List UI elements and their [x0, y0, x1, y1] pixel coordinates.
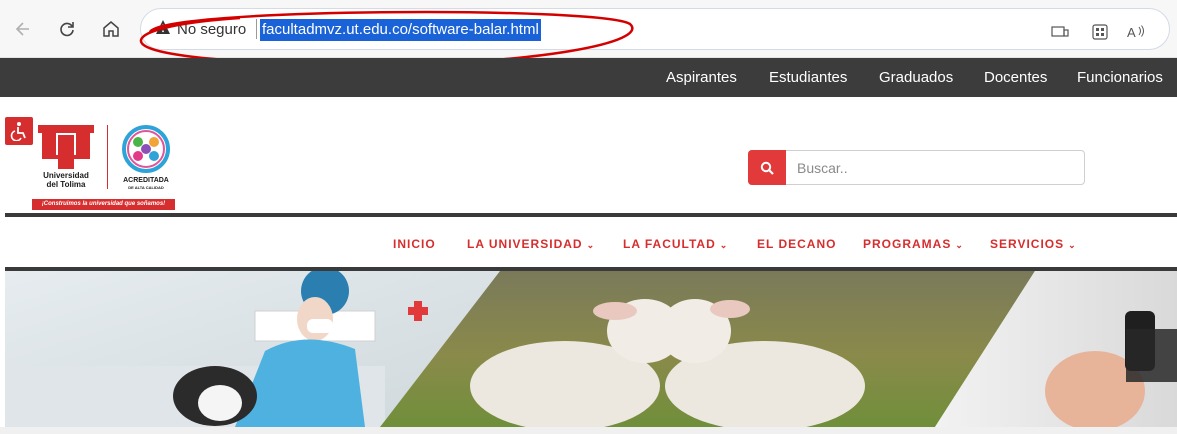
back-icon[interactable]	[8, 14, 38, 44]
audience-link-aspirantes[interactable]: Aspirantes	[666, 69, 737, 86]
reload-icon[interactable]	[52, 14, 82, 44]
audience-link-docentes[interactable]: Docentes	[984, 69, 1047, 86]
hero-banner	[5, 271, 1177, 427]
search-button[interactable]	[748, 150, 786, 185]
nav-label: LA FACULTAD	[623, 237, 716, 251]
nav-label: EL DECANO	[757, 237, 837, 251]
logo-divider	[107, 125, 108, 189]
chevron-down-icon: ⌄	[1068, 240, 1077, 250]
carousel-next-button[interactable]	[1126, 329, 1177, 382]
university-name: Universidad del Tolima	[28, 171, 104, 189]
nav-item-servicios[interactable]: SERVICIOS ⌄	[990, 237, 1077, 251]
nav-item-la-universidad[interactable]: LA UNIVERSIDAD ⌄	[467, 237, 595, 251]
search-icon	[760, 161, 774, 175]
security-indicator[interactable]: No seguro	[155, 19, 246, 39]
chevron-down-icon: ⌄	[586, 240, 596, 250]
nav-label: LA UNIVERSIDAD	[467, 237, 583, 251]
acreditada-sub-label: DE ALTA CALIDAD	[128, 185, 164, 190]
logo-tagline: ¡Construimos la universidad que soñamos!	[32, 199, 175, 210]
nav-label: SERVICIOS	[990, 237, 1065, 251]
chevron-down-icon: ⌄	[719, 240, 729, 250]
audience-link-graduados[interactable]: Graduados	[879, 69, 953, 86]
search-input[interactable]	[797, 159, 1077, 177]
nav-item-inicio[interactable]: INICIO	[393, 237, 436, 251]
university-logo-icon[interactable]	[34, 125, 98, 169]
acreditada-label: ACREDITADA	[123, 177, 169, 184]
audience-nav: Aspirantes Estudiantes Graduados Docente…	[0, 58, 1177, 97]
nav-label: INICIO	[393, 237, 436, 251]
chevron-down-icon: ⌄	[955, 240, 964, 250]
read-aloud-icon[interactable]: A	[1126, 24, 1146, 40]
audience-link-estudiantes[interactable]: Estudiantes	[769, 69, 847, 86]
address-bar[interactable]: No seguro facultadmvz.ut.edu.co/software…	[140, 8, 1170, 50]
main-nav: INICIO LA UNIVERSIDAD ⌄ LA FACULTAD ⌄ EL D…	[0, 217, 1177, 267]
security-label: No seguro	[177, 20, 247, 38]
apps-icon[interactable]	[1090, 24, 1110, 40]
accessibility-icon[interactable]	[5, 117, 33, 145]
search-box	[748, 150, 1085, 185]
hero-banner-image	[5, 271, 1177, 427]
nav-label: PROGRAMAS	[863, 237, 952, 251]
accreditation-text: ACREDITADA DE ALTA CALIDAD	[112, 177, 180, 191]
url-text[interactable]: facultadmvz.ut.edu.co/software-balar.htm…	[260, 19, 541, 41]
svg-text:A: A	[1127, 25, 1136, 40]
warning-icon	[155, 19, 171, 39]
nav-item-el-decano[interactable]: EL DECANO	[757, 237, 836, 251]
home-icon[interactable]	[96, 14, 126, 44]
extensions-icon[interactable]	[1050, 24, 1070, 40]
logo-name-line1: Universidad	[43, 171, 89, 180]
browser-toolbar: No seguro facultadmvz.ut.edu.co/software…	[0, 0, 1177, 58]
accreditation-seal-icon	[122, 125, 170, 173]
logo-name-line2: del Tolima	[46, 180, 86, 189]
audience-link-funcionarios[interactable]: Funcionarios	[1077, 69, 1163, 86]
site-header: Universidad del Tolima ACREDITADA DE ALT…	[0, 97, 1177, 213]
nav-item-la-facultad[interactable]: LA FACULTAD ⌄	[623, 237, 728, 251]
nav-item-programas[interactable]: PROGRAMAS ⌄	[863, 237, 964, 251]
url-separator	[256, 19, 257, 39]
page-bottom-strip	[0, 427, 1177, 434]
